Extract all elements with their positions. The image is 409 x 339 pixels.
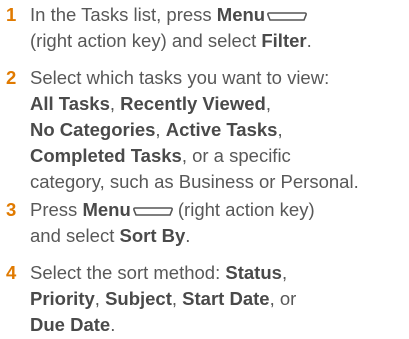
step-text-segment: category, such as Business or Personal.: [30, 171, 359, 192]
step-line: and select Sort By.: [30, 223, 409, 249]
step-text-segment: ,: [109, 93, 121, 114]
sort-due-date: Due Date: [30, 314, 111, 335]
sort-start-date: Start Date: [182, 288, 270, 309]
step-line: Select the sort method: Status,: [30, 260, 409, 286]
step-text-segment: In the Tasks list, press: [30, 4, 217, 25]
step-number: 4: [6, 262, 17, 283]
step-text-segment: ,: [265, 93, 271, 114]
step-text-segment: (right action key): [172, 199, 315, 220]
menu-label: Menu: [216, 4, 266, 25]
menu-key-icon: [132, 204, 173, 217]
step-text-segment: Select the sort method:: [30, 262, 226, 283]
step-text-segment: and select: [30, 225, 120, 246]
sort-by-label: Sort By: [119, 225, 186, 246]
step-text: Press Menu (right action key) and select…: [30, 197, 409, 249]
sort-subject: Subject: [105, 288, 172, 309]
step-text-segment: Press: [30, 199, 83, 220]
filter-label: Filter: [261, 30, 307, 51]
step-text-segment: .: [185, 225, 191, 246]
step-text: In the Tasks list, press Menu (right act…: [30, 2, 409, 54]
step-line: No Categories, Active Tasks,: [30, 117, 409, 143]
menu-label: Menu: [82, 199, 131, 220]
option-recently-viewed: Recently Viewed: [120, 93, 266, 114]
step-text-segment: ,: [155, 119, 166, 140]
step-line: All Tasks, Recently Viewed,: [30, 91, 409, 117]
option-no-categories: No Categories: [30, 119, 156, 140]
menu-key-icon: [267, 9, 308, 22]
step-line: Priority, Subject, Start Date, or: [30, 286, 409, 312]
step-text-segment: , or: [269, 288, 297, 309]
step-text: Select the sort method: Status, Priority…: [30, 260, 409, 338]
step-text: Select which tasks you want to view: All…: [30, 65, 409, 195]
step-text-segment: .: [306, 30, 312, 51]
option-active-tasks: Active Tasks: [165, 119, 278, 140]
step-text-segment: .: [110, 314, 116, 335]
step-number: 3: [6, 199, 17, 220]
step-line: (right action key) and select Filter.: [30, 28, 409, 54]
step-text-segment: ,: [277, 119, 283, 140]
step-number: 2: [6, 67, 17, 88]
step-text-segment: ,: [94, 288, 106, 309]
step-line: category, such as Business or Personal.: [30, 169, 409, 195]
step-line: Press Menu (right action key): [30, 197, 409, 223]
step-text-segment: ,: [171, 288, 183, 309]
step-line: In the Tasks list, press Menu: [30, 2, 409, 28]
step-text-segment: , or a specific: [181, 145, 291, 166]
step-text-segment: ,: [281, 262, 288, 283]
sort-status: Status: [225, 262, 282, 283]
option-completed-tasks: Completed Tasks: [30, 145, 182, 166]
step-line: Due Date.: [30, 312, 409, 338]
step-line: Completed Tasks, or a specific: [30, 143, 409, 169]
sort-priority: Priority: [30, 288, 95, 309]
step-number: 1: [6, 4, 17, 25]
option-all-tasks: All Tasks: [30, 93, 110, 114]
step-text-segment: Select which tasks you want to view:: [30, 67, 330, 88]
step-line: Select which tasks you want to view:: [30, 65, 409, 91]
step-text-segment: (right action key) and select: [30, 30, 262, 51]
